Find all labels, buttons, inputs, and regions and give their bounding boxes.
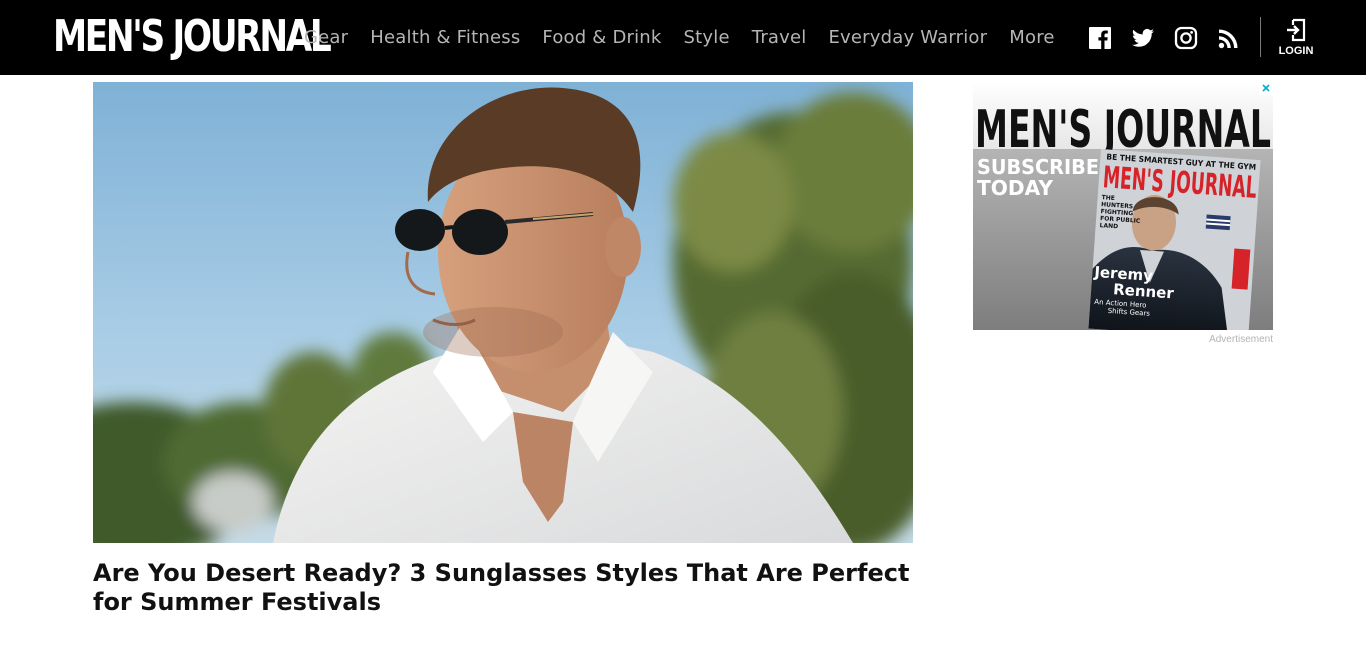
advertisement-label: Advertisement [1209, 334, 1273, 345]
login-label: LOGIN [1278, 45, 1314, 57]
nav-item-food-drink[interactable]: Food & Drink [542, 27, 661, 49]
nav-item-everyday-warrior[interactable]: Everyday Warrior [828, 27, 987, 49]
ad-choices-icon[interactable] [1259, 81, 1273, 95]
ad-cover-left5: LAND [1099, 222, 1118, 230]
login-button[interactable]: LOGIN [1276, 18, 1316, 57]
nav-item-style[interactable]: Style [684, 27, 730, 49]
header-divider [1260, 17, 1261, 57]
social-links [1088, 26, 1260, 50]
ad-cta-line2: TODAY [977, 176, 1054, 200]
twitter-icon[interactable] [1131, 26, 1155, 50]
main-nav: Gear Health & Fitness Food & Drink Style… [304, 27, 1077, 49]
article-headline[interactable]: Are You Desert Ready? 3 Sunglasses Style… [93, 559, 923, 617]
login-icon [1287, 18, 1306, 42]
site-header: MEN'S JOURNAL Gear Health & Fitness Food… [0, 0, 1366, 75]
nav-item-travel[interactable]: Travel [752, 27, 807, 49]
subscribe-ad[interactable]: MEN'S JOURNAL SUBSCRIBE TODAY BE THE SMA… [973, 81, 1273, 330]
nav-item-health-fitness[interactable]: Health & Fitness [370, 27, 520, 49]
nav-item-more[interactable]: More [1009, 27, 1054, 49]
instagram-icon[interactable] [1174, 26, 1198, 50]
hero-image[interactable] [93, 82, 913, 543]
facebook-icon[interactable] [1088, 26, 1112, 50]
site-logo[interactable]: MEN'S JOURNAL [53, 14, 332, 60]
nav-item-gear[interactable]: Gear [304, 27, 348, 49]
rss-icon[interactable] [1217, 26, 1241, 50]
